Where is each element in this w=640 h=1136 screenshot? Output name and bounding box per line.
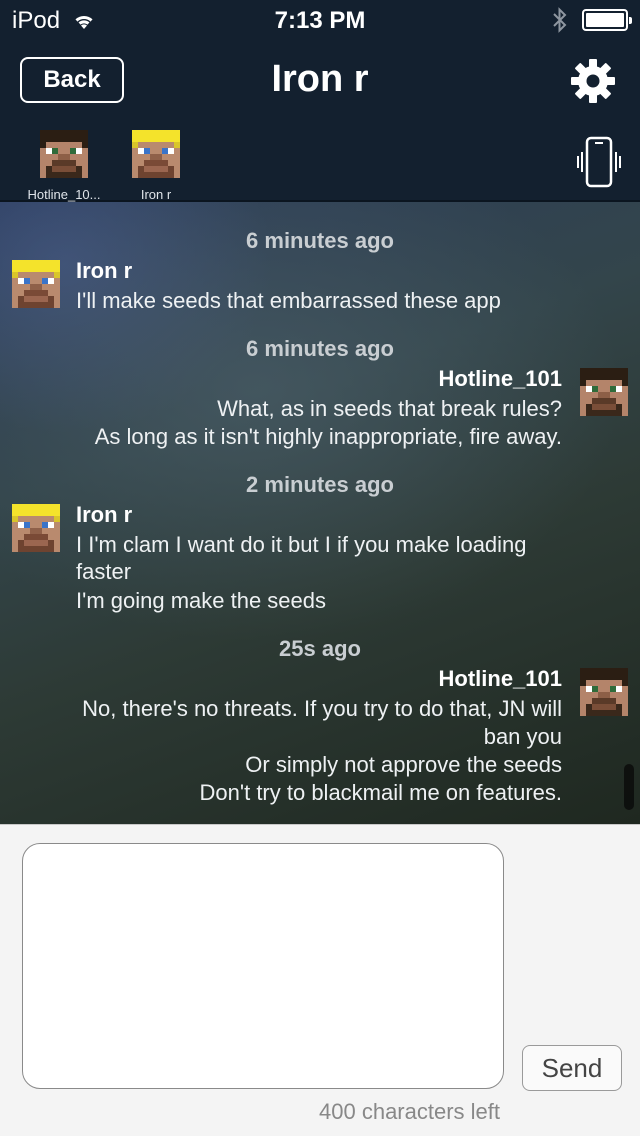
message-sender: Hotline_101	[438, 366, 563, 391]
message-text: Don't try to blackmail me on features.	[199, 780, 562, 805]
message-timestamp: 2 minutes ago	[246, 472, 394, 497]
message-sender: Hotline_101	[438, 666, 563, 691]
message-text: ban you	[483, 724, 562, 749]
participant-name: Iron r	[140, 187, 172, 202]
status-bar: iPod 7:13 PM	[0, 0, 640, 40]
message-text: As long as it isn't highly inappropriate…	[94, 424, 562, 449]
message-input[interactable]	[22, 843, 504, 1089]
vibrate-phone-icon[interactable]	[576, 134, 622, 192]
avatar	[12, 504, 60, 552]
bluetooth-icon	[553, 7, 567, 33]
message-text: faster	[76, 559, 132, 584]
message-text: I I'm clam I want do it but I if you mak…	[76, 532, 527, 557]
send-button[interactable]: Send	[522, 1045, 622, 1091]
participant-bar: Hotline_10... Iron r	[0, 126, 640, 202]
participant-iron[interactable]: Iron r	[114, 130, 198, 202]
avatar	[40, 130, 88, 178]
participant-name: Hotline_10...	[27, 187, 101, 202]
avatar	[132, 130, 180, 178]
status-time: 7:13 PM	[274, 7, 366, 34]
message-timestamp: 25s ago	[279, 636, 361, 661]
avatar	[12, 260, 60, 308]
message-text: I'm going make the seeds	[76, 588, 327, 613]
battery-icon	[582, 9, 632, 31]
participant-hotline[interactable]: Hotline_10...	[22, 130, 106, 202]
scrollbar[interactable]	[624, 764, 634, 810]
avatar	[580, 668, 628, 716]
message-sender: Iron r	[76, 258, 133, 283]
header-area: iPod 7:13 PM Back Iron r Hotline_10... I…	[0, 0, 640, 202]
message-timestamp: 6 minutes ago	[246, 336, 394, 361]
chat-log[interactable]: 6 minutes ago Iron r I'll make seeds tha…	[0, 202, 640, 824]
compose-area: Send 400 characters left	[0, 824, 640, 1136]
message-timestamp: 6 minutes ago	[246, 228, 394, 253]
page-title: Iron r	[271, 58, 369, 100]
avatar	[580, 368, 628, 416]
gear-icon[interactable]	[570, 58, 616, 104]
message-text: I'll make seeds that embarrassed these a…	[76, 288, 501, 313]
nav-bar: Back Iron r	[0, 44, 640, 118]
message-text: What, as in seeds that break rules?	[217, 396, 562, 421]
character-counter: 400 characters left	[319, 1099, 500, 1124]
message-text: No, there's no threats. If you try to do…	[82, 696, 562, 721]
message-text: Or simply not approve the seeds	[245, 752, 562, 777]
message-sender: Iron r	[76, 502, 133, 527]
